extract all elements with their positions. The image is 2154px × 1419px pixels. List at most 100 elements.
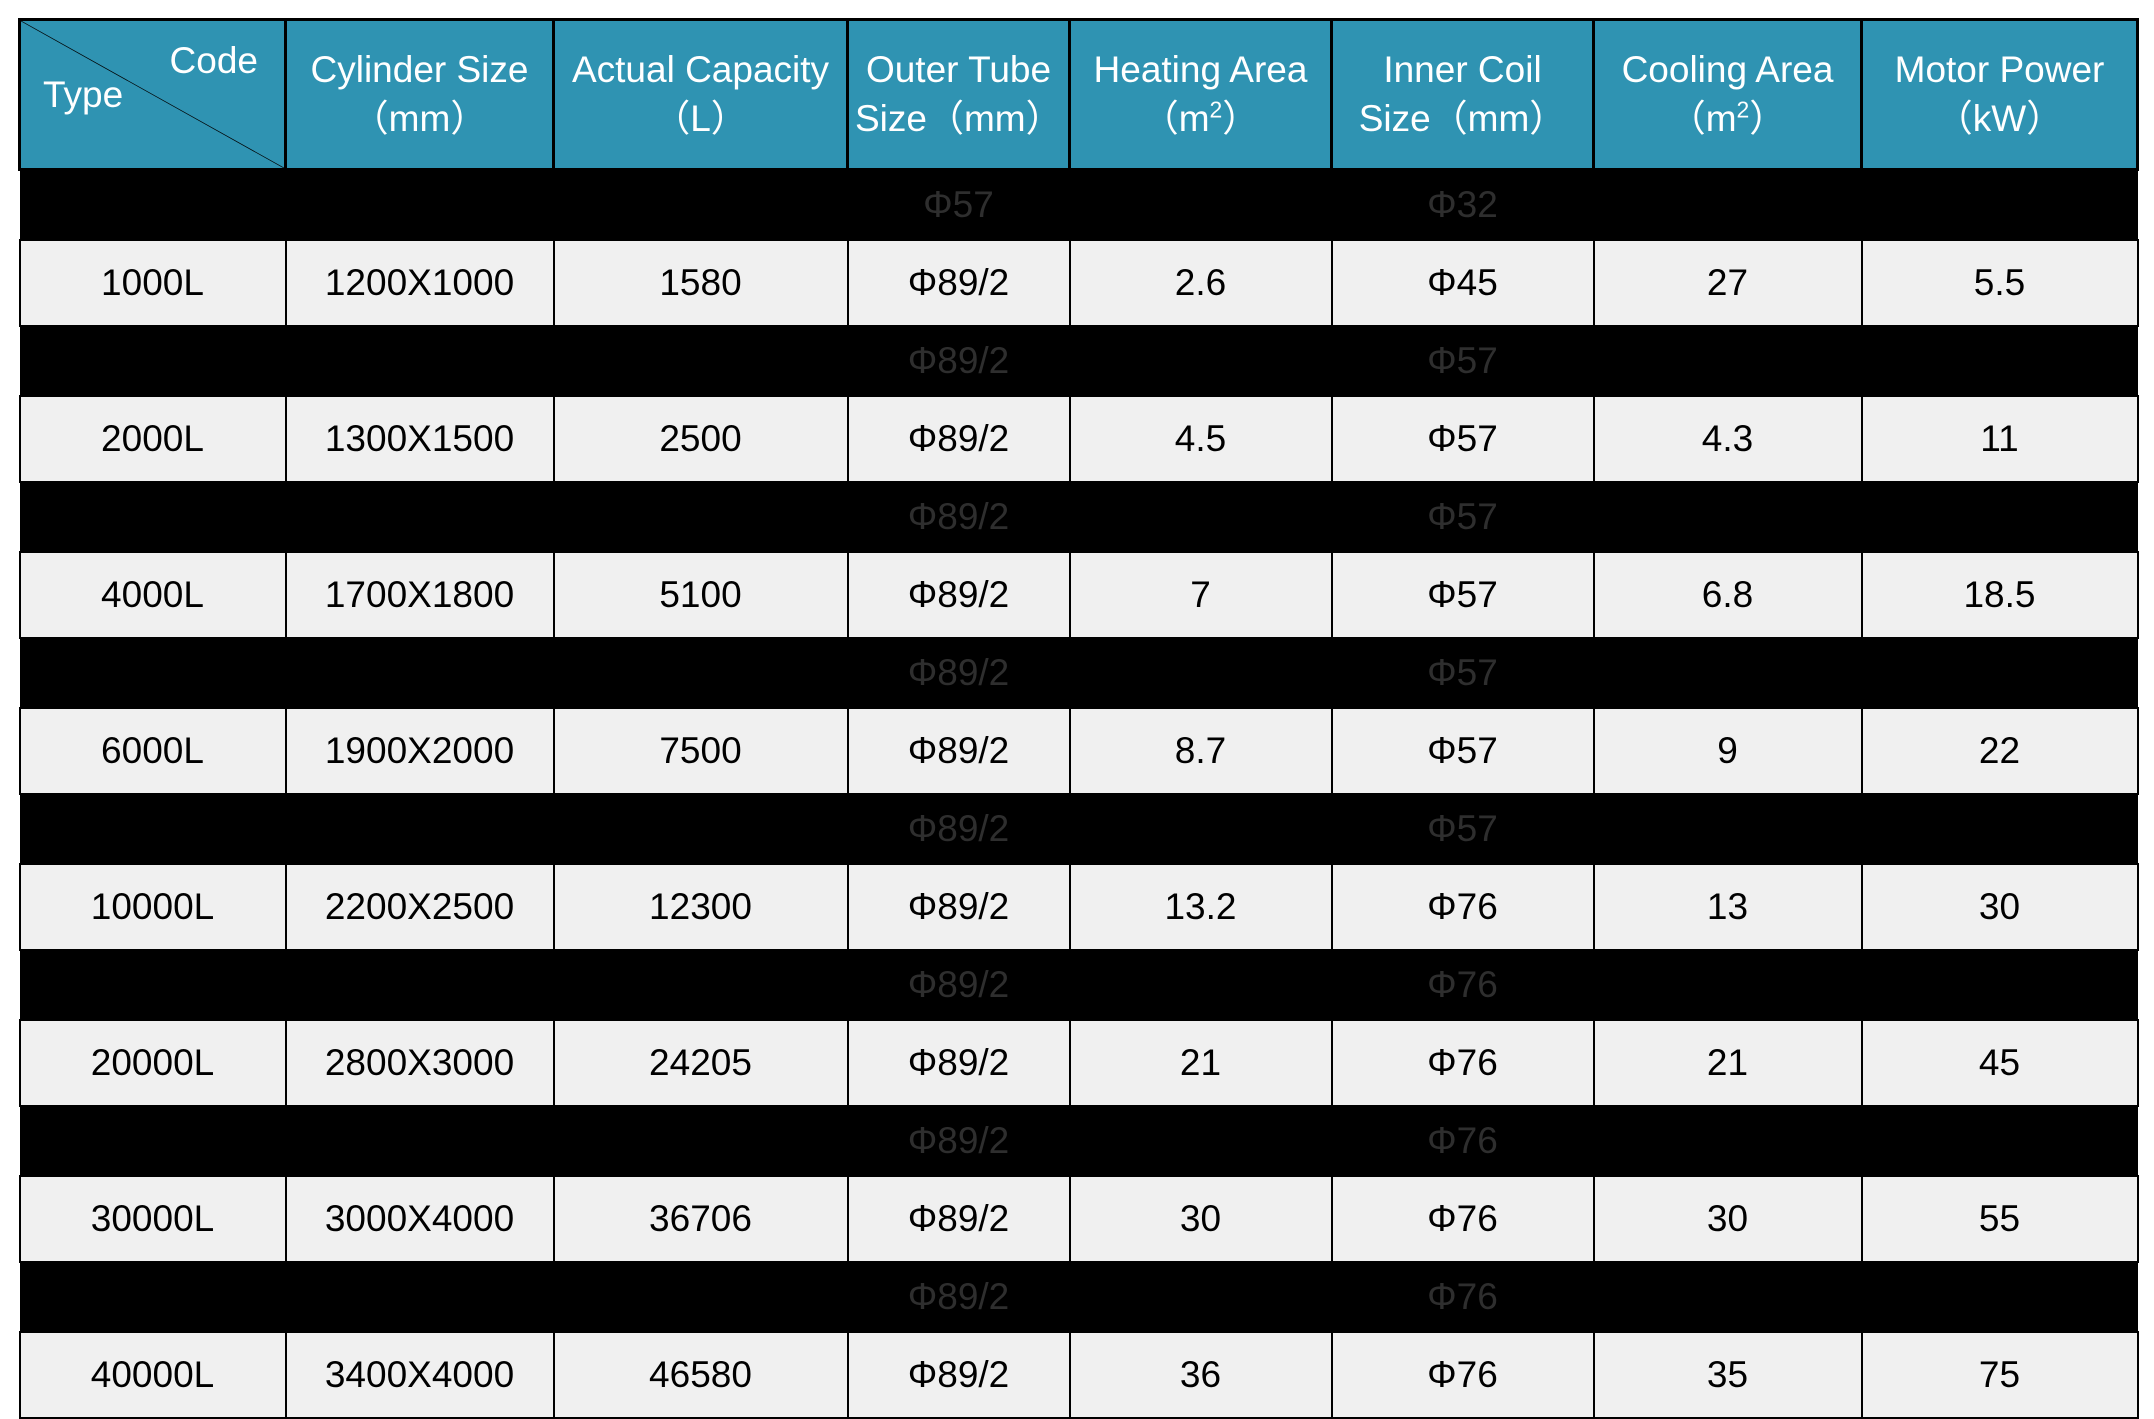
spacer-row: Φ89/2 Φ76	[19, 1105, 2138, 1176]
spacer-outer-tube-value: Φ89/2	[847, 481, 1070, 552]
header-cylinder-size-line1: Cylinder Size	[310, 48, 529, 90]
cell-inner-coil-size: Φ57	[1330, 706, 1595, 795]
spacer-inner-coil-value: Φ76	[1331, 1105, 1594, 1176]
header-code-label: Code	[169, 40, 258, 81]
cell-outer-tube-size: Φ89/2	[846, 862, 1071, 951]
table-row: 2000L 1300X1500 2500 Φ89/2 4.5 Φ57 4.3 11	[18, 394, 2139, 483]
header-motor-power-line1: Motor Power	[1894, 48, 2105, 90]
header-motor-power: Motor Power （kW）	[1860, 18, 2139, 171]
header-cooling-area: Cooling Area （m2）	[1592, 18, 1863, 171]
cell-heating-area: 4.5	[1068, 394, 1333, 483]
spacer-blank-cell	[1593, 637, 1862, 708]
spacer-blank-cell	[553, 793, 848, 864]
spacer-row: Φ89/2 Φ76	[19, 949, 2138, 1020]
spacer-blank-cell	[285, 1105, 554, 1176]
cell-inner-coil-size: Φ76	[1330, 1018, 1595, 1107]
cell-heating-area: 8.7	[1068, 706, 1333, 795]
spacer-blank-cell	[553, 169, 848, 240]
cell-actual-capacity: 5100	[552, 550, 849, 639]
header-cylinder-size: Cylinder Size （mm）	[284, 18, 555, 171]
cell-motor-power: 5.5	[1860, 238, 2139, 327]
spacer-blank-cell	[1069, 481, 1332, 552]
spacer-blank-cell	[19, 949, 286, 1020]
header-cooling-area-unit-sup: 2	[1736, 96, 1750, 123]
spacer-blank-cell	[553, 949, 848, 1020]
cell-cylinder-size: 1900X2000	[284, 706, 555, 795]
spacer-blank-cell	[285, 325, 554, 396]
cell-motor-power: 30	[1860, 862, 2139, 951]
table-row: 40000L 3400X4000 46580 Φ89/2 36 Φ76 35 75	[18, 1330, 2139, 1419]
spacer-inner-coil-value: Φ76	[1331, 1261, 1594, 1332]
header-outer-tube-size-line2: Size（mm）	[855, 97, 1063, 139]
header-cooling-area-line2: （m2）	[1601, 95, 1854, 144]
spacer-blank-cell	[1069, 793, 1332, 864]
spacer-blank-cell	[1593, 325, 1862, 396]
cell-inner-coil-size: Φ76	[1330, 862, 1595, 951]
spacer-blank-cell	[553, 325, 848, 396]
spacer-blank-cell	[1593, 169, 1862, 240]
spacer-blank-cell	[553, 1261, 848, 1332]
cell-inner-coil-size: Φ57	[1330, 394, 1595, 483]
cell-motor-power: 18.5	[1860, 550, 2139, 639]
spacer-outer-tube-value: Φ89/2	[847, 637, 1070, 708]
header-heating-area-unit-post: ）	[1222, 97, 1260, 139]
cell-type: 4000L	[18, 550, 287, 639]
cell-cylinder-size: 1200X1000	[284, 238, 555, 327]
spacer-blank-cell	[553, 1105, 848, 1176]
spacer-blank-cell	[1069, 1261, 1332, 1332]
table-body: Φ57 Φ32 1000L 1200X1000 1580 Φ89/2 2.6 Φ45 27 5.5…	[18, 169, 2139, 1419]
cell-type: 10000L	[18, 862, 287, 951]
table-row: 4000L 1700X1800 5100 Φ89/2 7 Φ57 6.8 18.5	[18, 550, 2139, 639]
cell-heating-area: 7	[1068, 550, 1333, 639]
spacer-row: Φ89/2 Φ57	[19, 325, 2138, 396]
spacer-blank-cell	[1861, 169, 2138, 240]
cell-cylinder-size: 1300X1500	[284, 394, 555, 483]
cell-inner-coil-size: Φ76	[1330, 1174, 1595, 1263]
spacer-blank-cell	[285, 169, 554, 240]
cell-heating-area: 13.2	[1068, 862, 1333, 951]
cell-type: 30000L	[18, 1174, 287, 1263]
spacer-inner-coil-value: Φ57	[1331, 793, 1594, 864]
spacer-blank-cell	[285, 481, 554, 552]
cell-actual-capacity: 36706	[552, 1174, 849, 1263]
cell-type: 2000L	[18, 394, 287, 483]
cell-cylinder-size: 2200X2500	[284, 862, 555, 951]
spacer-blank-cell	[1069, 949, 1332, 1020]
cell-actual-capacity: 7500	[552, 706, 849, 795]
spacer-inner-coil-value: Φ76	[1331, 949, 1594, 1020]
specification-table: Code Type Cylinder Size （mm） Actual Capa…	[18, 18, 2139, 1419]
table-header: Code Type Cylinder Size （mm） Actual Capa…	[18, 18, 2139, 171]
spacer-row: Φ89/2 Φ57	[19, 637, 2138, 708]
table-row: 6000L 1900X2000 7500 Φ89/2 8.7 Φ57 9 22	[18, 706, 2139, 795]
cell-cooling-area: 30	[1592, 1174, 1863, 1263]
cell-outer-tube-size: Φ89/2	[846, 550, 1071, 639]
spacer-blank-cell	[1593, 481, 1862, 552]
spacer-row: Φ89/2 Φ57	[19, 793, 2138, 864]
spacer-inner-coil-value: Φ57	[1331, 637, 1594, 708]
spacer-outer-tube-value: Φ89/2	[847, 793, 1070, 864]
cell-cooling-area: 35	[1592, 1330, 1863, 1419]
cell-heating-area: 2.6	[1068, 238, 1333, 327]
cell-motor-power: 75	[1860, 1330, 2139, 1419]
spacer-blank-cell	[19, 481, 286, 552]
cell-cylinder-size: 3400X4000	[284, 1330, 555, 1419]
cell-actual-capacity: 24205	[552, 1018, 849, 1107]
spacer-inner-coil-value: Φ57	[1331, 325, 1594, 396]
cell-motor-power: 22	[1860, 706, 2139, 795]
cell-type: 20000L	[18, 1018, 287, 1107]
spacer-blank-cell	[19, 1261, 286, 1332]
cell-actual-capacity: 12300	[552, 862, 849, 951]
spacer-blank-cell	[19, 793, 286, 864]
header-heating-area-line1: Heating Area	[1093, 48, 1308, 90]
cell-outer-tube-size: Φ89/2	[846, 706, 1071, 795]
spacer-row: Φ89/2 Φ57	[19, 481, 2138, 552]
table-row: 30000L 3000X4000 36706 Φ89/2 30 Φ76 30 55	[18, 1174, 2139, 1263]
spacer-blank-cell	[1069, 1105, 1332, 1176]
spec-table-container: Code Type Cylinder Size （mm） Actual Capa…	[0, 18, 2154, 1419]
spacer-blank-cell	[1861, 1105, 2138, 1176]
cell-heating-area: 21	[1068, 1018, 1333, 1107]
cell-outer-tube-size: Φ89/2	[846, 1018, 1071, 1107]
spacer-blank-cell	[1861, 793, 2138, 864]
cell-outer-tube-size: Φ89/2	[846, 1330, 1071, 1419]
cell-outer-tube-size: Φ89/2	[846, 1174, 1071, 1263]
